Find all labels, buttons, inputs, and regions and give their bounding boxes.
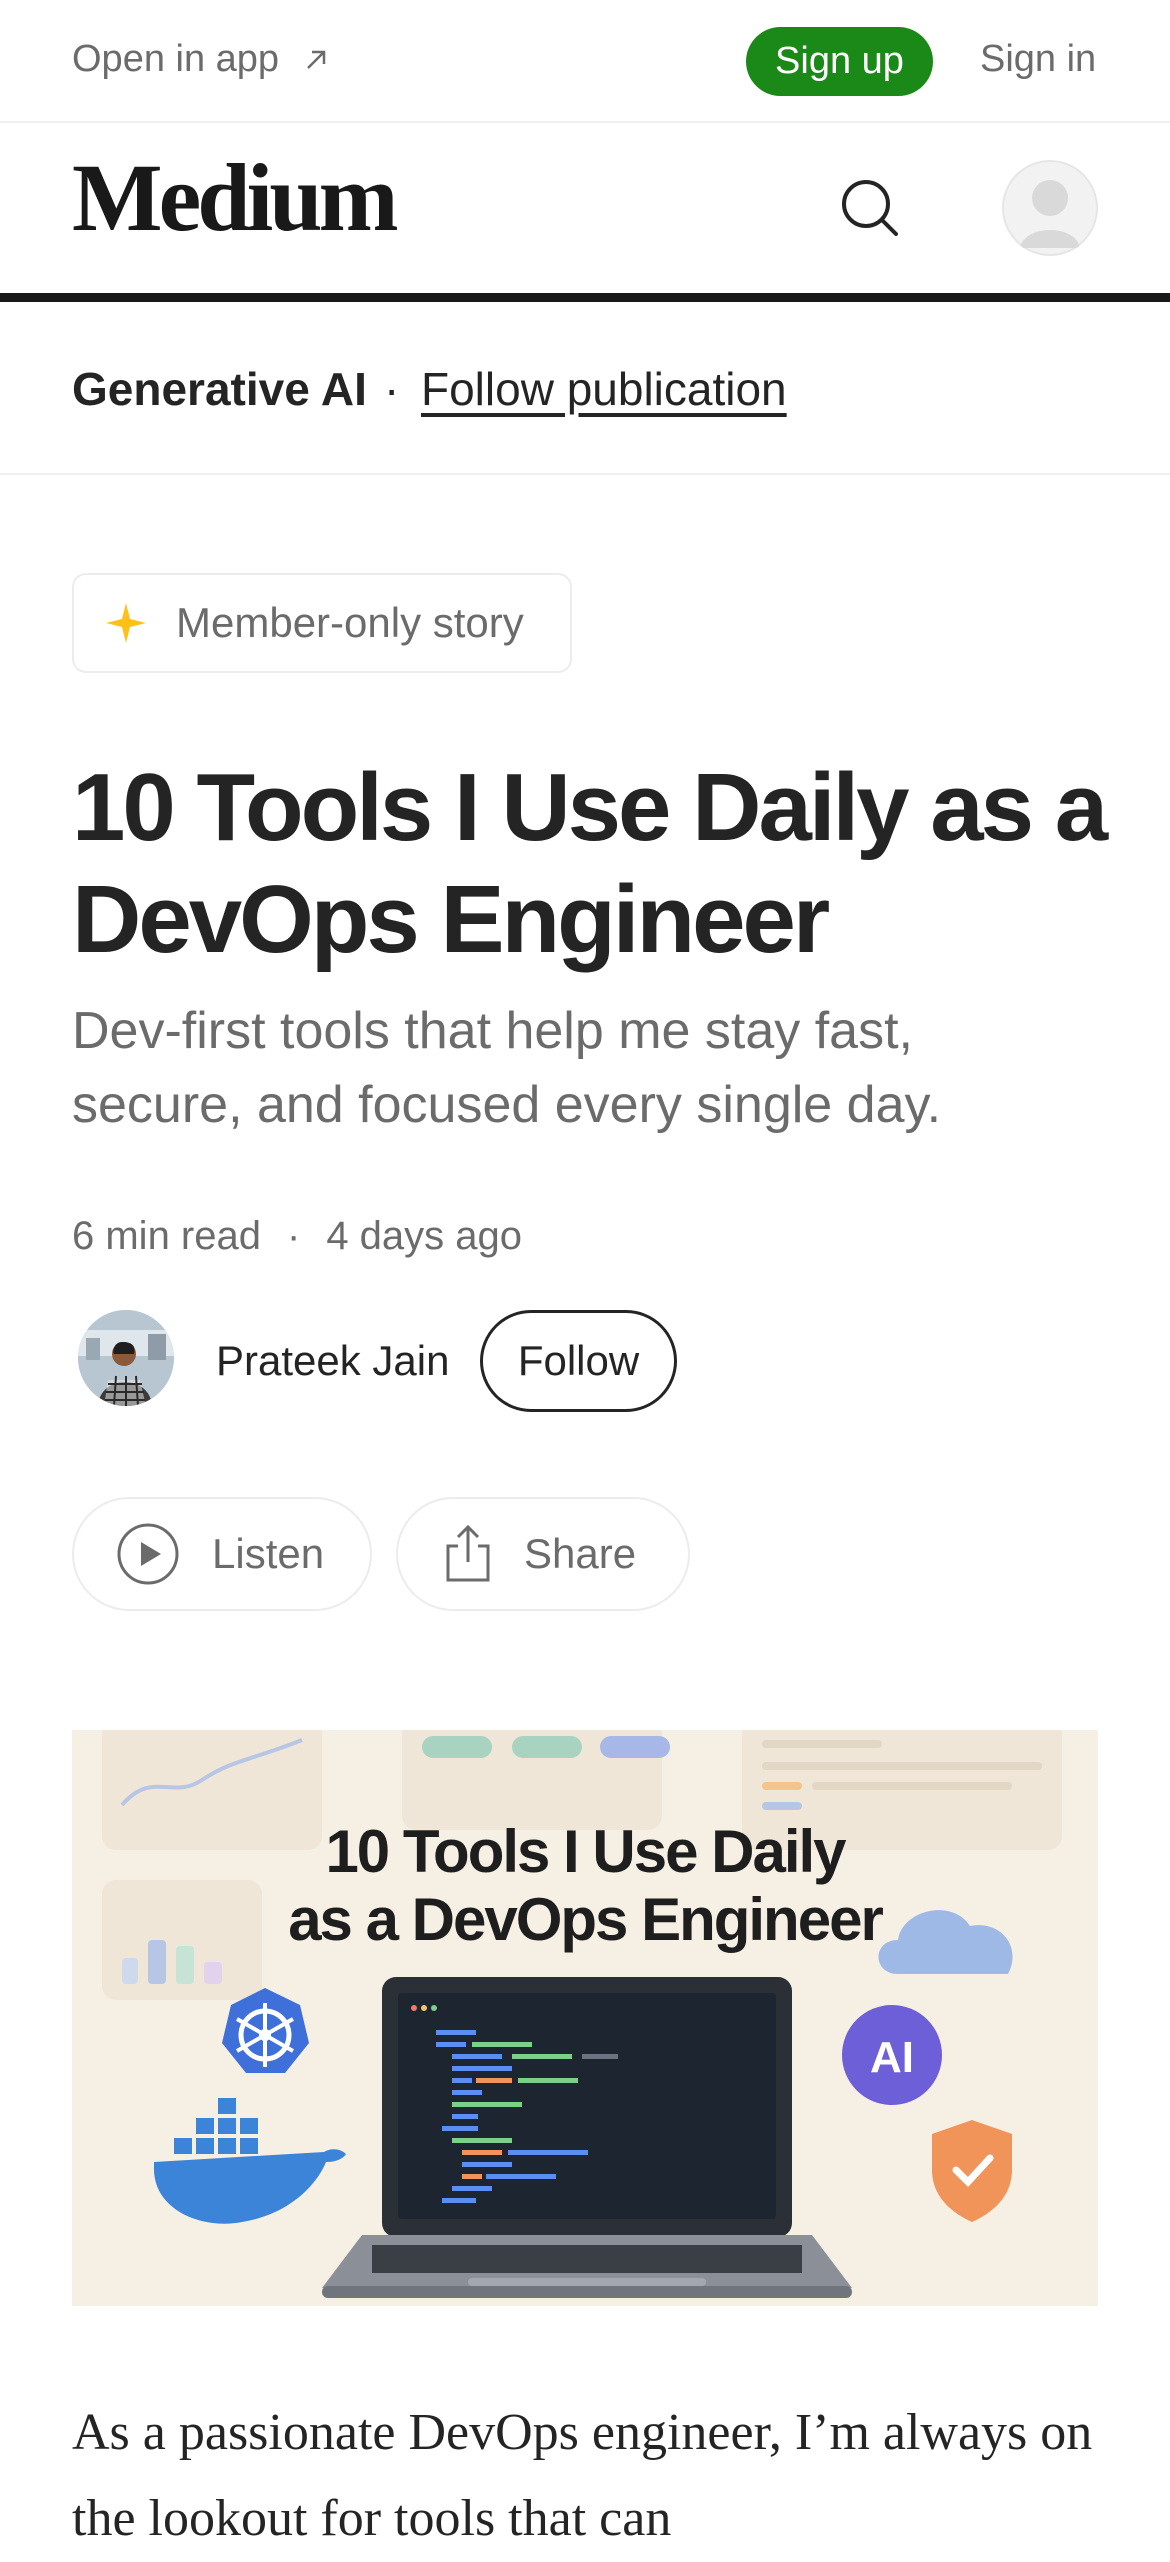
share-icon <box>446 1524 490 1582</box>
follow-publication-link[interactable]: Follow publication <box>421 362 787 416</box>
author-avatar[interactable] <box>78 1310 174 1406</box>
hero-title: 10 Tools I Use Daily as a DevOps Enginee… <box>72 1818 1098 1954</box>
follow-author-button[interactable]: Follow <box>480 1310 677 1412</box>
share-button[interactable]: Share <box>396 1497 690 1611</box>
hero-image: AI 10 Tools I Use Daily as a DevOps Engi… <box>72 1730 1098 2306</box>
play-icon <box>117 1523 179 1585</box>
hero-title-line1: 10 Tools I Use Daily <box>325 1818 846 1885</box>
article-title: 10 Tools I Use Daily as a DevOps Enginee… <box>72 754 1108 973</box>
header-divider <box>0 293 1170 302</box>
medium-logo[interactable]: Medium <box>72 150 399 246</box>
publication-divider <box>0 473 1170 475</box>
member-only-label: Member-only story <box>176 599 524 646</box>
ai-badge-text: AI <box>870 2033 914 2082</box>
hero-title-line2: as a DevOps Engineer <box>288 1886 884 1953</box>
author-name[interactable]: Prateek Jain <box>216 1337 449 1385</box>
article-meta: 6 min read · 4 days ago <box>72 1214 522 1259</box>
posted-date: 4 days ago <box>326 1214 523 1258</box>
user-avatar-icon[interactable] <box>1002 160 1098 256</box>
search-icon[interactable] <box>838 176 902 240</box>
open-in-app-link[interactable]: Open in app <box>72 38 329 81</box>
publication-name[interactable]: Generative AI <box>72 362 367 416</box>
external-link-icon <box>307 50 326 69</box>
open-in-app-label: Open in app <box>72 38 280 80</box>
article-body: As a passionate DevOps engineer, I’m alw… <box>72 2404 1093 2547</box>
sparkle-icon <box>106 603 146 643</box>
meta-separator: · <box>286 1214 301 1258</box>
listen-button[interactable]: Listen <box>72 1497 372 1611</box>
read-time: 6 min read <box>72 1214 261 1258</box>
member-only-badge: Member-only story <box>72 573 572 673</box>
publication-separator: · <box>384 363 400 415</box>
sign-up-button[interactable]: Sign up <box>746 27 933 96</box>
article-subtitle: Dev-first tools that help me stay fast, … <box>72 1002 942 1134</box>
listen-label: Listen <box>212 1530 325 1577</box>
share-label: Share <box>524 1530 637 1577</box>
sign-in-link[interactable]: Sign in <box>980 38 1096 81</box>
